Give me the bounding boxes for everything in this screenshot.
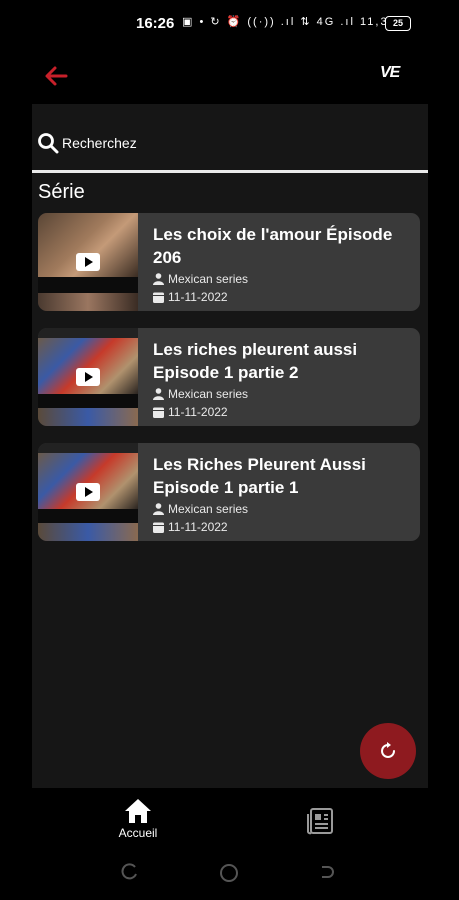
item-category-label: Mexican series bbox=[168, 502, 249, 516]
app-bar: VE bbox=[0, 55, 459, 100]
status-bar: 16:26 ▣ • ↻ ⏰ ((·)) .ıl ⇅ 4G .ıl 11,3 25 bbox=[0, 0, 459, 50]
refresh-icon bbox=[381, 742, 395, 758]
item-date-label: 11-11-2022 bbox=[168, 290, 228, 304]
search-placeholder: Recherchez bbox=[62, 135, 137, 151]
section-title: Série bbox=[38, 181, 85, 203]
item-date: 11-11-2022 bbox=[153, 520, 228, 534]
recents-button[interactable] bbox=[121, 863, 139, 886]
bottom-nav: Accueil bbox=[0, 788, 459, 850]
item-title: Les Riches Pleurent Aussi Episode 1 part… bbox=[153, 455, 366, 497]
nav-home-label: Accueil bbox=[118, 826, 158, 840]
system-back-icon bbox=[322, 866, 334, 878]
list-item[interactable]: Les riches pleurent aussi Episode 1 part… bbox=[38, 328, 420, 426]
list-item[interactable]: Les Riches Pleurent Aussi Episode 1 part… bbox=[38, 443, 420, 541]
item-category-label: Mexican series bbox=[168, 272, 249, 286]
calendar-icon bbox=[153, 522, 164, 533]
item-date-label: 11-11-2022 bbox=[168, 520, 228, 534]
calendar-icon bbox=[153, 407, 164, 418]
video-thumbnail bbox=[38, 328, 138, 426]
item-title: Les riches pleurent aussi Episode 1 part… bbox=[153, 340, 358, 382]
app-logo: VE bbox=[380, 64, 400, 81]
refresh-button[interactable] bbox=[360, 723, 416, 779]
item-date-label: 11-11-2022 bbox=[168, 405, 228, 419]
system-nav-bar bbox=[0, 855, 459, 900]
nav-home[interactable]: Accueil bbox=[108, 798, 168, 846]
search-bar[interactable]: Recherchez bbox=[32, 124, 428, 173]
back-arrow-icon bbox=[45, 66, 68, 86]
list-item[interactable]: Les choix de l'amour Épisode 206 Mexican… bbox=[38, 213, 420, 311]
play-icon bbox=[76, 483, 100, 501]
person-icon bbox=[153, 503, 164, 515]
person-icon bbox=[153, 388, 164, 400]
video-thumbnail bbox=[38, 443, 138, 541]
item-date: 11-11-2022 bbox=[153, 405, 228, 419]
circle-home-icon bbox=[220, 864, 238, 882]
item-title: Les choix de l'amour Épisode 206 bbox=[153, 225, 393, 267]
item-category: Mexican series bbox=[153, 272, 248, 286]
status-time: 16:26 bbox=[136, 15, 175, 32]
battery-indicator: 25 bbox=[385, 16, 411, 31]
recents-icon bbox=[121, 863, 137, 880]
person-icon bbox=[153, 273, 164, 285]
play-icon bbox=[76, 368, 100, 386]
news-icon bbox=[307, 808, 333, 835]
calendar-icon bbox=[153, 292, 164, 303]
content-panel: Recherchez Série Les choix de l'amour Ép… bbox=[32, 104, 428, 788]
back-system-button[interactable] bbox=[318, 863, 336, 886]
back-button[interactable] bbox=[40, 60, 72, 92]
play-icon bbox=[76, 253, 100, 271]
item-category: Mexican series bbox=[153, 502, 248, 516]
video-thumbnail bbox=[38, 213, 138, 311]
item-date: 11-11-2022 bbox=[153, 290, 228, 304]
nav-news[interactable] bbox=[306, 806, 336, 836]
search-icon bbox=[38, 133, 59, 154]
status-indicators: ▣ • ↻ ⏰ ((·)) .ıl ⇅ 4G .ıl 11,3 bbox=[182, 16, 389, 28]
home-system-button[interactable] bbox=[219, 863, 239, 888]
item-category-label: Mexican series bbox=[168, 387, 249, 401]
item-category: Mexican series bbox=[153, 387, 248, 401]
home-icon bbox=[125, 799, 151, 823]
